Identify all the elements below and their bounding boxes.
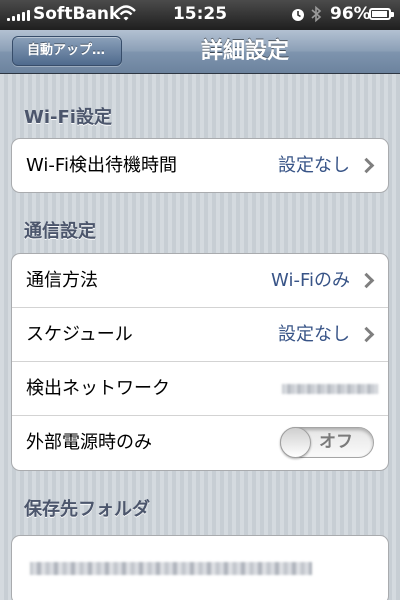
alarm-icon	[290, 3, 306, 30]
row-value: 設定なし	[278, 324, 350, 345]
wifi-settings-group: Wi-Fi検出待機時間 設定なし	[11, 138, 389, 193]
section-header-communication: 通信設定	[24, 221, 96, 242]
communication-settings-group: 通信方法 Wi-Fiのみ スケジュール 設定なし 検出ネットワーク 外部電源時の…	[11, 253, 389, 471]
battery-percent: 96%	[330, 4, 371, 24]
back-button[interactable]: 自動アップ…	[12, 36, 122, 66]
battery-icon	[369, 8, 394, 20]
save-folder-field[interactable]	[11, 535, 389, 600]
status-bar: SoftBank 15:25 96%	[0, 0, 400, 30]
bluetooth-icon	[310, 3, 322, 30]
row-label: 外部電源時のみ	[26, 432, 152, 453]
row-label: 通信方法	[26, 270, 98, 291]
row-label: 検出ネットワーク	[26, 378, 170, 399]
redacted-folder-path	[30, 562, 312, 575]
chevron-right-icon	[358, 157, 375, 174]
chevron-right-icon	[358, 272, 375, 289]
row-wifi-detection-wait[interactable]: Wi-Fi検出待機時間 設定なし	[12, 139, 388, 192]
toggle-state-label: オフ	[319, 432, 353, 452]
row-value: Wi-Fiのみ	[271, 270, 350, 291]
row-external-power-only: 外部電源時のみ オフ	[12, 416, 388, 470]
row-label: スケジュール	[26, 324, 133, 345]
toggle-knob	[280, 427, 311, 458]
chevron-right-icon	[358, 326, 375, 343]
row-schedule[interactable]: スケジュール 設定なし	[12, 308, 388, 362]
row-value: 設定なし	[278, 155, 350, 176]
row-detected-network: 検出ネットワーク	[12, 362, 388, 416]
navigation-bar: 自動アップ… 詳細設定	[0, 30, 400, 74]
page-title: 詳細設定	[200, 39, 289, 64]
redacted-network-name	[282, 384, 378, 394]
row-connection-method[interactable]: 通信方法 Wi-Fiのみ	[12, 254, 388, 308]
section-header-save-folder: 保存先フォルダ	[24, 499, 150, 520]
external-power-toggle[interactable]: オフ	[280, 427, 374, 458]
row-label: Wi-Fi検出待機時間	[26, 155, 177, 176]
back-button-label: 自動アップ…	[27, 43, 106, 58]
section-header-wifi: Wi-Fi設定	[24, 107, 112, 128]
